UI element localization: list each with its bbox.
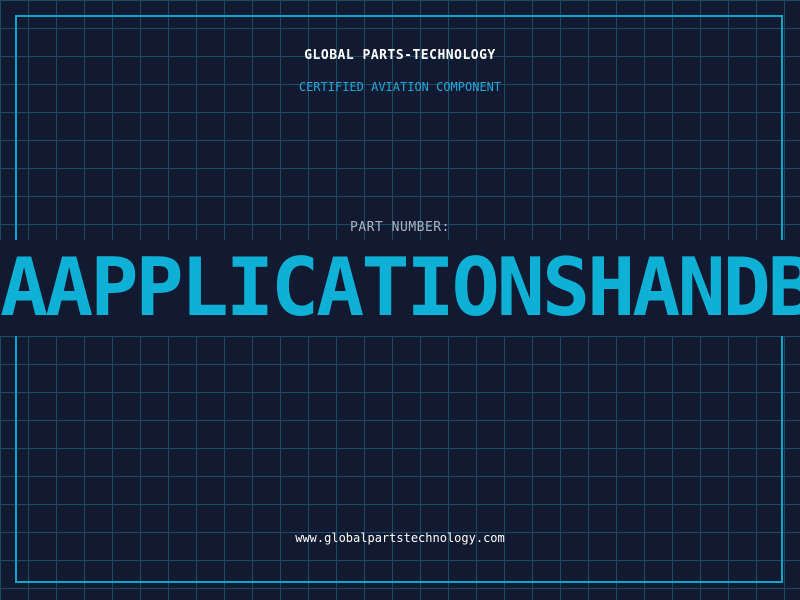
website-url: www.globalpartstechnology.com [295,531,505,545]
part-number-band: AAPPLICATIONSHANDB [0,240,800,336]
part-number-value: AAPPLICATIONSHANDB [0,241,800,334]
certification-tagline: CERTIFIED AVIATION COMPONENT [298,80,502,94]
company-name: GLOBAL PARTS-TECHNOLOGY [304,48,496,63]
part-label-card: GLOBAL PARTS-TECHNOLOGY CERTIFIED AVIATI… [0,0,800,600]
part-number-label: PART NUMBER: [350,220,450,235]
